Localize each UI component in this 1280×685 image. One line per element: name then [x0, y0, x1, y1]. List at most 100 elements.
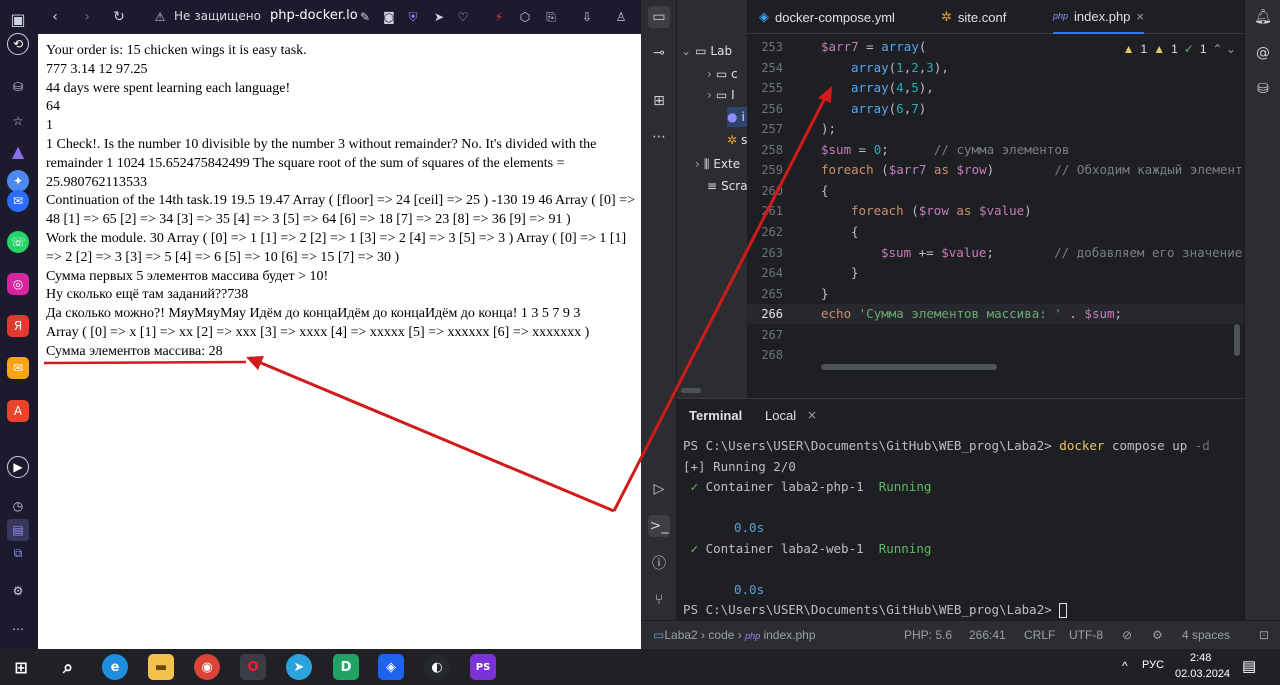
project-item[interactable]: ✲ s: [727, 130, 747, 150]
history-icon[interactable]: ◷: [7, 495, 29, 517]
terminal-line: [+] Running 2/0: [683, 459, 796, 474]
project-root[interactable]: ⌄ ▭ Lab: [681, 41, 732, 61]
lock-icon[interactable]: ⊡: [1259, 628, 1269, 642]
extensions-icon[interactable]: ⧉: [7, 542, 29, 564]
telegram-icon[interactable]: ➤: [286, 654, 312, 680]
yandex-icon[interactable]: Я: [7, 315, 29, 337]
aria-icon[interactable]: ▲: [7, 140, 29, 162]
code-editor[interactable]: 253 254 255 256 257 258 259 260 261 262 …: [747, 34, 1244, 372]
bag-icon[interactable]: ⛁: [7, 76, 29, 98]
bookmarks-icon[interactable]: ☆: [7, 110, 29, 132]
code-line: );: [821, 121, 837, 136]
git-icon[interactable]: ⑂: [648, 589, 670, 611]
more-icon[interactable]: ⋯: [7, 618, 29, 640]
ai-assistant-icon[interactable]: @: [1252, 42, 1274, 64]
docker-icon[interactable]: ◈: [378, 654, 404, 680]
opera-menu-icon[interactable]: ▣: [7, 8, 29, 30]
windows-start-icon[interactable]: ⊞: [8, 654, 34, 680]
inspection-widget[interactable]: ▲ 1 ▲ 1 ✓ 1 ⌃ ⌄: [1123, 42, 1236, 56]
problems-icon[interactable]: ⓘ: [648, 552, 670, 574]
box-icon[interactable]: ⬡: [516, 6, 534, 28]
download-icon[interactable]: ⇩: [578, 6, 596, 28]
project-item[interactable]: › ▭ I: [707, 85, 735, 105]
services-icon[interactable]: ▷: [648, 478, 670, 500]
gear-icon[interactable]: ⚙: [1152, 628, 1163, 642]
send-icon[interactable]: ➤: [430, 6, 448, 28]
pinboard-icon[interactable]: ✦: [7, 170, 29, 192]
url-text[interactable]: php-docker.lo: [270, 8, 358, 23]
search-icon[interactable]: ⌕: [55, 654, 81, 680]
terminal-icon[interactable]: >_: [648, 515, 670, 537]
github-icon[interactable]: ◐: [424, 654, 450, 680]
vertical-scrollbar[interactable]: [1234, 324, 1240, 356]
code-line: $sum += $value; // добавляем его значени…: [881, 245, 1243, 260]
notifications-icon[interactable]: 🔔︎: [1252, 6, 1274, 28]
terminal-line: PS C:\Users\USER\Documents\GitHub\WEB_pr…: [683, 438, 1210, 453]
speed-icon[interactable]: ⚡: [490, 6, 508, 28]
line-separator[interactable]: CRLF: [1024, 628, 1055, 642]
line-number: 260: [761, 184, 783, 198]
horizontal-scrollbar[interactable]: [821, 364, 997, 370]
translate-icon[interactable]: A: [7, 400, 29, 422]
line-number: 267: [761, 328, 783, 342]
scrollbar[interactable]: [681, 388, 701, 393]
file-encoding[interactable]: UTF-8: [1069, 628, 1103, 642]
database-icon[interactable]: ⛁: [1252, 78, 1274, 100]
php-version[interactable]: PHP: 5.6: [904, 628, 952, 642]
config-icon: ✲: [727, 133, 738, 147]
inspection-icon[interactable]: ⊘: [1122, 628, 1132, 642]
speed-dial-icon[interactable]: ⟲: [7, 33, 29, 55]
cursor-position[interactable]: 266:41: [969, 628, 1006, 642]
tab-site-conf[interactable]: ✲ site.conf: [941, 0, 1006, 34]
account-icon[interactable]: ♙: [612, 6, 630, 28]
tab-docker-compose[interactable]: ◈ docker-compose.yml: [759, 0, 895, 34]
explorer-icon[interactable]: ▬: [148, 654, 174, 680]
structure-icon[interactable]: ⊞: [648, 90, 670, 112]
snapshot-icon[interactable]: ⎘: [542, 6, 560, 28]
tray-chevron-icon[interactable]: ^: [1122, 659, 1128, 673]
camera-icon[interactable]: ◙: [380, 6, 398, 28]
scratches[interactable]: ≡ Scra: [707, 176, 748, 196]
close-icon[interactable]: ×: [807, 408, 817, 422]
breadcrumb[interactable]: ▭Laba2 › code › php index.php: [653, 628, 816, 642]
clock-time[interactable]: 2:48: [1190, 652, 1211, 664]
mail-icon[interactable]: ✉: [7, 357, 29, 379]
ide-right-strip: 🔔︎ @ ⛁: [1244, 0, 1280, 620]
security-label[interactable]: Не защищено: [174, 9, 261, 23]
clock-date[interactable]: 02.03.2024: [1175, 668, 1230, 680]
more-tools-icon[interactable]: ⋯: [648, 126, 670, 148]
output-line: Да сколько можно?! МяуМяуМяу Идём до кон…: [46, 306, 581, 322]
keyboard-language[interactable]: РУС: [1142, 659, 1164, 671]
edge-icon[interactable]: e: [102, 654, 128, 680]
terminal-cursor: [1059, 603, 1068, 618]
d-app-icon[interactable]: D: [333, 654, 359, 680]
tab-local[interactable]: Local: [765, 408, 796, 423]
settings-icon[interactable]: ⚙: [7, 580, 29, 602]
tab-index-php[interactable]: php index.php ×: [1053, 0, 1145, 34]
close-icon[interactable]: ×: [1136, 9, 1144, 24]
folder-icon[interactable]: ▭: [648, 6, 670, 28]
chrome-icon[interactable]: ◉: [194, 654, 220, 680]
back-icon[interactable]: ‹: [44, 6, 66, 28]
messenger-icon[interactable]: ✉: [7, 190, 29, 212]
edit-icon[interactable]: ✎: [356, 6, 374, 28]
whatsapp-icon[interactable]: ☏: [7, 231, 29, 253]
code-line: }: [851, 265, 859, 280]
notifications-icon[interactable]: ▤: [1242, 657, 1256, 675]
instagram-icon[interactable]: ◎: [7, 273, 29, 295]
heart-icon[interactable]: ♡: [454, 6, 472, 28]
terminal-panel[interactable]: Terminal Local × PS C:\Users\USER\Docume…: [677, 398, 1244, 620]
external-libraries[interactable]: › ⫼ Exte: [695, 154, 740, 174]
opera-icon[interactable]: O: [240, 654, 266, 680]
code-line: {: [821, 183, 829, 198]
project-item[interactable]: › ▭ c: [707, 64, 738, 84]
commit-icon[interactable]: ⊸: [648, 42, 670, 64]
editor-tabs: ◈ docker-compose.yml ✲ site.conf php index.…: [747, 0, 1244, 34]
indent-setting[interactable]: 4 spaces: [1182, 628, 1230, 642]
player-icon[interactable]: ▶: [7, 456, 29, 478]
phpstorm-icon[interactable]: PS: [470, 654, 496, 680]
reload-icon[interactable]: ↻: [108, 6, 130, 28]
sidebar-panel-icon[interactable]: ▤: [7, 519, 29, 541]
forward-icon[interactable]: ›: [76, 6, 98, 28]
vpn-icon[interactable]: ⛨: [404, 6, 422, 28]
